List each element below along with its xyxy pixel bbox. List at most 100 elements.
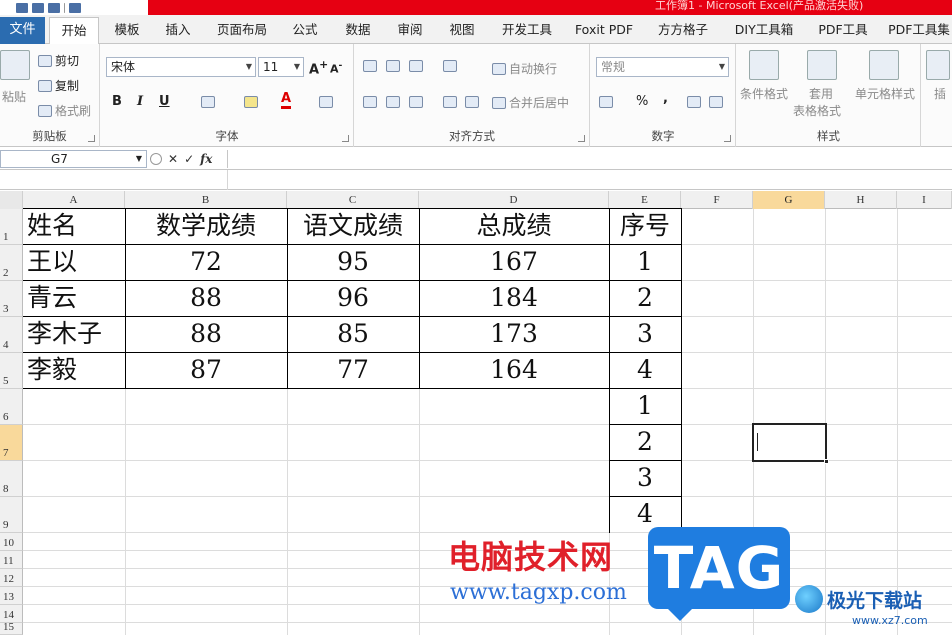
cell-d3[interactable]: 184 xyxy=(419,281,609,315)
cell-a2[interactable]: 王以 xyxy=(23,245,125,279)
align-right-icon[interactable] xyxy=(409,96,423,108)
font-color-icon[interactable]: A xyxy=(281,92,292,109)
increase-decimal-icon[interactable] xyxy=(687,96,701,108)
cell-e7[interactable]: 2 xyxy=(609,425,681,459)
customize-icon[interactable] xyxy=(69,2,81,13)
cell-c2[interactable]: 95 xyxy=(287,245,419,279)
row-header-8[interactable]: 8 xyxy=(0,461,23,497)
cell-e9[interactable]: 4 xyxy=(609,497,681,531)
row-header-9[interactable]: 9 xyxy=(0,497,23,533)
row-header-4[interactable]: 4 xyxy=(0,317,23,353)
tab-home[interactable]: 开始 xyxy=(49,17,99,45)
expand-circle-icon[interactable] xyxy=(150,153,162,165)
number-format-select[interactable]: 常规 ▼ xyxy=(596,57,729,77)
row-header-3[interactable]: 3 xyxy=(0,281,23,317)
cell-a5[interactable]: 李毅 xyxy=(23,353,125,387)
name-box[interactable]: G7 ▼ xyxy=(0,150,147,168)
phonetic-icon[interactable] xyxy=(319,96,333,108)
tab-review[interactable]: 审阅 xyxy=(386,17,434,44)
cell-a3[interactable]: 青云 xyxy=(23,281,125,315)
cell-b1[interactable]: 数学成绩 xyxy=(125,209,287,243)
cell-d5[interactable]: 164 xyxy=(419,353,609,387)
undo-icon[interactable] xyxy=(32,2,44,13)
row-header-11[interactable]: 11 xyxy=(0,551,23,569)
column-header-g[interactable]: G xyxy=(753,191,825,209)
tab-formulas[interactable]: 公式 xyxy=(282,17,328,44)
column-header-e[interactable]: E xyxy=(609,191,681,209)
column-header-b[interactable]: B xyxy=(125,191,287,209)
row-header-13[interactable]: 13 xyxy=(0,587,23,605)
increase-indent-icon[interactable] xyxy=(465,96,479,108)
format-painter-button[interactable]: 格式刷 xyxy=(38,102,91,119)
cell-e8[interactable]: 3 xyxy=(609,461,681,495)
conditional-format-button[interactable]: 条件格式 xyxy=(740,85,788,102)
row-header-5[interactable]: 5 xyxy=(0,353,23,389)
wrap-text-button[interactable]: 自动换行 xyxy=(492,60,557,77)
cell-c5[interactable]: 77 xyxy=(287,353,419,387)
align-bottom-icon[interactable] xyxy=(409,60,423,72)
number-launcher-icon[interactable] xyxy=(724,135,731,142)
grow-font-icon[interactable]: A+ xyxy=(309,58,328,77)
shrink-font-icon[interactable]: A- xyxy=(330,60,342,76)
row-header-15[interactable]: 15 xyxy=(0,621,23,635)
font-name-select[interactable]: 宋体 ▼ xyxy=(106,57,256,77)
tab-templates[interactable]: 模板 xyxy=(104,17,150,44)
alignment-launcher-icon[interactable] xyxy=(578,135,585,142)
tab-view[interactable]: 视图 xyxy=(438,17,486,44)
insert-cells-icon[interactable] xyxy=(926,50,950,80)
font-launcher-icon[interactable] xyxy=(342,135,349,142)
cell-b3[interactable]: 88 xyxy=(125,281,287,315)
insert-function-icon[interactable]: fx xyxy=(200,152,212,166)
cell-e5[interactable]: 4 xyxy=(609,353,681,387)
tab-pdf-toolset[interactable]: PDF工具集 xyxy=(884,17,952,44)
cell-c1[interactable]: 语文成绩 xyxy=(287,209,419,243)
table-format-button[interactable]: 套用 xyxy=(809,85,833,102)
font-size-select[interactable]: 11 ▼ xyxy=(258,57,304,77)
column-header-c[interactable]: C xyxy=(287,191,419,209)
row-header-12[interactable]: 12 xyxy=(0,569,23,587)
paste-button[interactable]: 粘贴 xyxy=(2,88,26,105)
tab-data[interactable]: 数据 xyxy=(333,17,383,44)
cell-b2[interactable]: 72 xyxy=(125,245,287,279)
tab-developer[interactable]: 开发工具 xyxy=(492,17,562,44)
align-left-icon[interactable] xyxy=(363,96,377,108)
tab-pdf-tools[interactable]: PDF工具 xyxy=(808,17,878,44)
cell-a1[interactable]: 姓名 xyxy=(23,209,125,243)
select-all-corner[interactable] xyxy=(0,191,23,209)
align-center-icon[interactable] xyxy=(386,96,400,108)
tab-diy-toolbox[interactable]: DIY工具箱 xyxy=(726,17,802,44)
enter-icon[interactable]: ✓ xyxy=(184,152,194,166)
cell-d4[interactable]: 173 xyxy=(419,317,609,351)
cancel-icon[interactable]: ✕ xyxy=(168,152,178,166)
percent-button[interactable]: % xyxy=(636,94,648,109)
column-header-h[interactable]: H xyxy=(825,191,897,209)
decrease-indent-icon[interactable] xyxy=(443,96,457,108)
formula-input[interactable] xyxy=(227,150,952,168)
comma-button[interactable]: , xyxy=(663,91,668,106)
tab-page-layout[interactable]: 页面布局 xyxy=(207,17,277,44)
cell-e3[interactable]: 2 xyxy=(609,281,681,315)
clipboard-launcher-icon[interactable] xyxy=(88,135,95,142)
tab-file[interactable]: 文件 xyxy=(0,17,45,44)
cell-b4[interactable]: 88 xyxy=(125,317,287,351)
bold-button[interactable]: B xyxy=(112,94,122,109)
align-middle-icon[interactable] xyxy=(386,60,400,72)
column-header-a[interactable]: A xyxy=(23,191,125,209)
cell-e6[interactable]: 1 xyxy=(609,389,681,423)
decrease-decimal-icon[interactable] xyxy=(709,96,723,108)
table-format-button-line2[interactable]: 表格格式 xyxy=(793,102,841,119)
cell-styles-icon[interactable] xyxy=(869,50,899,80)
merge-center-button[interactable]: 合并后居中 xyxy=(492,94,569,111)
tab-foxit-pdf[interactable]: Foxit PDF xyxy=(568,17,640,44)
orientation-icon[interactable] xyxy=(443,60,457,72)
row-header-7[interactable]: 7 xyxy=(0,425,23,461)
cell-b5[interactable]: 87 xyxy=(125,353,287,387)
align-top-icon[interactable] xyxy=(363,60,377,72)
cell-e4[interactable]: 3 xyxy=(609,317,681,351)
conditional-format-icon[interactable] xyxy=(749,50,779,80)
copy-button[interactable]: 复制 xyxy=(38,77,79,94)
currency-icon[interactable] xyxy=(599,96,613,108)
table-format-icon[interactable] xyxy=(807,50,837,80)
fill-color-icon[interactable] xyxy=(244,96,258,108)
column-header-f[interactable]: F xyxy=(681,191,753,209)
